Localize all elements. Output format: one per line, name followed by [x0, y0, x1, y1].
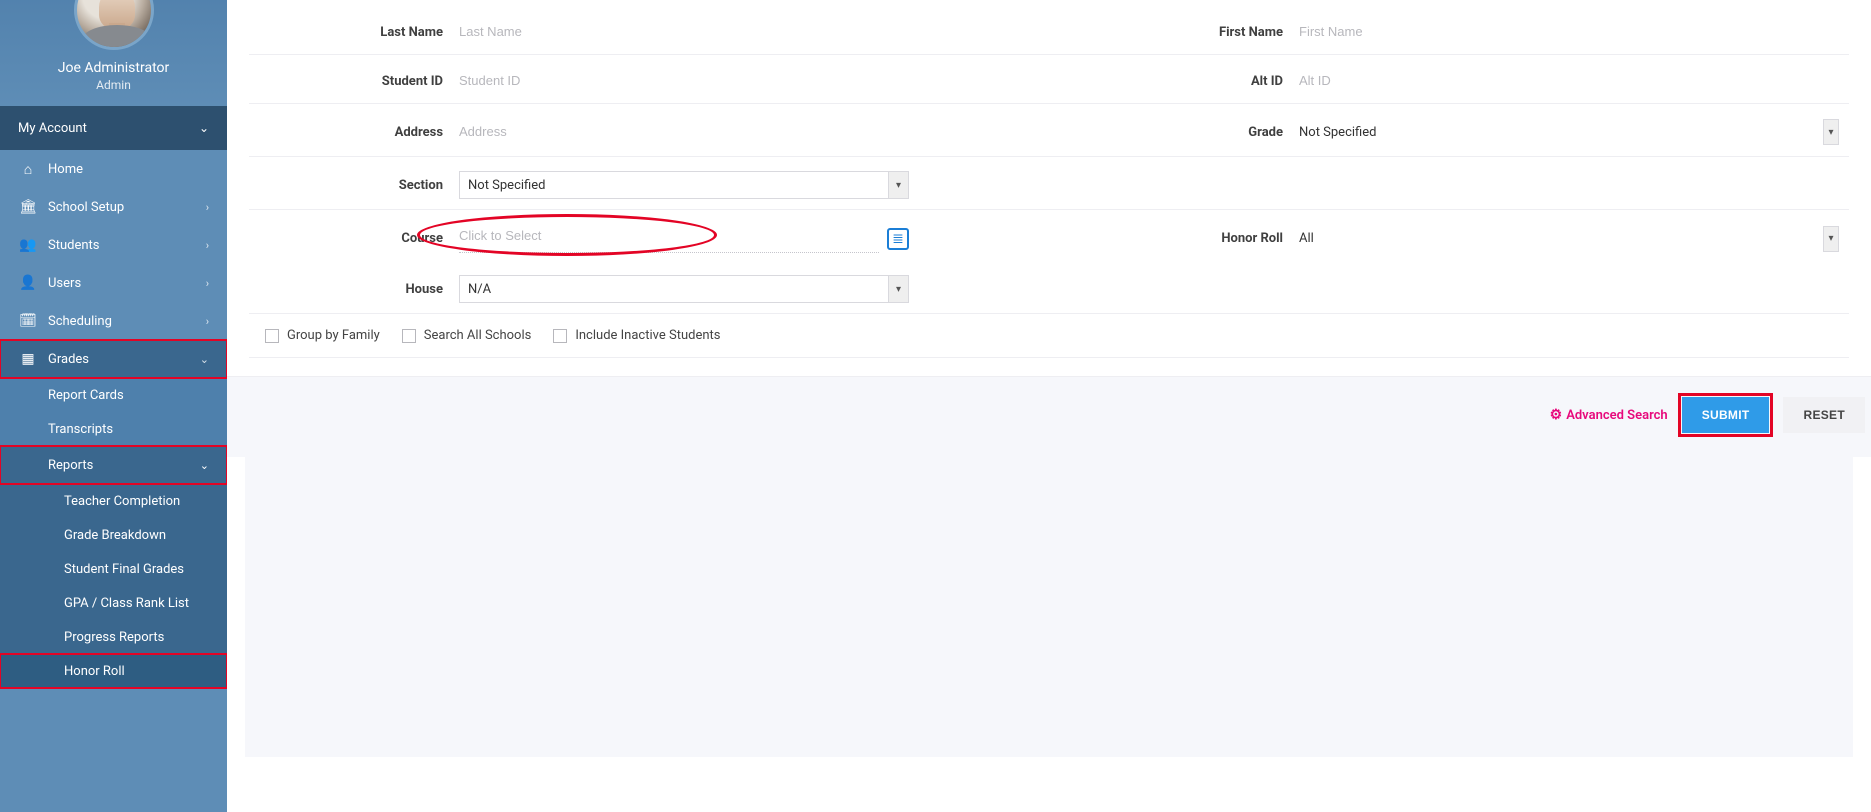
checkbox-icon — [402, 329, 416, 343]
honor-roll-select[interactable]: All ▾ — [1299, 225, 1849, 253]
house-label: House — [249, 282, 459, 297]
chevron-right-icon: › — [206, 277, 209, 290]
profile-name: Joe Administrator — [10, 60, 217, 76]
nav: ⌂ Home 🏛 School Setup › 👥 Students › 👤 U… — [0, 150, 227, 688]
reports-grade-breakdown-label: Grade Breakdown — [64, 528, 166, 543]
nav-users[interactable]: 👤 Users › — [0, 264, 227, 302]
nav-students-label: Students — [48, 238, 100, 253]
nav-grades[interactable]: ▦ Grades ⌄ — [0, 340, 227, 378]
section-select[interactable]: Not Specified ▾ — [459, 171, 909, 199]
course-label: Course — [249, 231, 459, 246]
house-select[interactable]: N/A ▾ — [459, 275, 909, 303]
honor-roll-label: Honor Roll — [949, 231, 1299, 246]
reports-honor-roll[interactable]: Honor Roll — [0, 654, 227, 688]
include-inactive-label: Include Inactive Students — [575, 328, 720, 343]
my-account-menu[interactable]: My Account ⌄ — [0, 106, 227, 150]
chevron-right-icon: › — [206, 201, 209, 214]
section-value: Not Specified — [468, 178, 545, 193]
course-input[interactable] — [459, 224, 879, 248]
course-picker-button[interactable]: ≣ — [887, 228, 909, 250]
sub-transcripts-label: Transcripts — [48, 422, 113, 437]
nav-school-setup-label: School Setup — [48, 200, 124, 215]
nav-home-label: Home — [48, 162, 83, 177]
reports-student-final-grades[interactable]: Student Final Grades — [0, 552, 227, 586]
chevron-down-icon: ⌄ — [200, 459, 209, 472]
user-icon: 👤 — [18, 275, 38, 291]
chevron-down-icon: ▾ — [888, 276, 908, 302]
student-id-input[interactable] — [459, 69, 909, 93]
my-account-label: My Account — [18, 121, 87, 136]
sidebar: Joe Administrator Admin My Account ⌄ ⌂ H… — [0, 0, 227, 812]
address-label: Address — [249, 125, 459, 140]
chevron-down-icon: ▾ — [1823, 226, 1839, 252]
reports-teacher-completion[interactable]: Teacher Completion — [0, 484, 227, 518]
nav-scheduling-label: Scheduling — [48, 314, 112, 329]
nav-home[interactable]: ⌂ Home — [0, 150, 227, 188]
honor-roll-value: All — [1299, 231, 1314, 246]
address-input[interactable] — [459, 120, 909, 144]
student-id-label: Student ID — [249, 74, 459, 89]
search-all-schools-checkbox[interactable]: Search All Schools — [402, 328, 532, 343]
empty-area — [245, 457, 1853, 757]
checkbox-icon — [553, 329, 567, 343]
grade-label: Grade — [949, 125, 1299, 140]
checkbox-icon — [265, 329, 279, 343]
submit-button[interactable]: SUBMIT — [1682, 397, 1770, 433]
main-content: Last Name First Name Student ID Alt ID — [227, 0, 1871, 812]
sub-report-cards[interactable]: Report Cards — [0, 378, 227, 412]
chevron-down-icon: ▾ — [1823, 119, 1839, 145]
reports-student-final-grades-label: Student Final Grades — [64, 562, 184, 577]
nav-users-label: Users — [48, 276, 81, 291]
reports-grade-breakdown[interactable]: Grade Breakdown — [0, 518, 227, 552]
advanced-search-label: Advanced Search — [1566, 408, 1668, 423]
sub-report-cards-label: Report Cards — [48, 388, 124, 403]
nav-students[interactable]: 👥 Students › — [0, 226, 227, 264]
gear-icon: ⚙ — [1550, 407, 1563, 423]
sub-reports[interactable]: Reports ⌄ — [0, 446, 227, 484]
people-icon: 👥 — [18, 237, 38, 253]
calendar-icon: 🗓 — [18, 313, 38, 329]
grade-select[interactable]: Not Specified ▾ — [1299, 118, 1849, 146]
sub-transcripts[interactable]: Transcripts — [0, 412, 227, 446]
chevron-down-icon: ▾ — [888, 172, 908, 198]
nav-grades-label: Grades — [48, 352, 89, 367]
house-value: N/A — [468, 282, 491, 297]
reports-gpa-class-rank[interactable]: GPA / Class Rank List — [0, 586, 227, 620]
first-name-input[interactable] — [1299, 20, 1849, 44]
advanced-search-link[interactable]: ⚙ Advanced Search — [1550, 407, 1668, 423]
home-icon: ⌂ — [18, 161, 38, 178]
first-name-label: First Name — [949, 25, 1299, 40]
building-icon: 🏛 — [18, 199, 38, 215]
reports-teacher-completion-label: Teacher Completion — [64, 494, 180, 509]
list-icon: ≣ — [892, 232, 904, 246]
last-name-label: Last Name — [249, 25, 459, 40]
profile-block: Joe Administrator Admin — [0, 0, 227, 106]
reset-button[interactable]: RESET — [1783, 397, 1865, 433]
alt-id-label: Alt ID — [949, 74, 1299, 89]
reports-progress-reports[interactable]: Progress Reports — [0, 620, 227, 654]
include-inactive-checkbox[interactable]: Include Inactive Students — [553, 328, 720, 343]
chevron-down-icon: ⌄ — [199, 121, 209, 135]
chevron-right-icon: › — [206, 239, 209, 252]
search-all-schools-label: Search All Schools — [424, 328, 532, 343]
alt-id-input[interactable] — [1299, 69, 1849, 93]
last-name-input[interactable] — [459, 20, 909, 44]
search-form: Last Name First Name Student ID Alt ID — [245, 0, 1853, 457]
nav-school-setup[interactable]: 🏛 School Setup › — [0, 188, 227, 226]
reports-honor-roll-label: Honor Roll — [64, 664, 125, 679]
section-label: Section — [249, 178, 459, 193]
grade-value: Not Specified — [1299, 125, 1376, 140]
chart-icon: ▦ — [18, 351, 38, 367]
sub-reports-label: Reports — [48, 458, 93, 473]
reports-progress-reports-label: Progress Reports — [64, 630, 164, 645]
avatar[interactable] — [74, 0, 154, 50]
reports-gpa-class-rank-label: GPA / Class Rank List — [64, 596, 189, 611]
nav-scheduling[interactable]: 🗓 Scheduling › — [0, 302, 227, 340]
group-by-family-label: Group by Family — [287, 328, 380, 343]
profile-role: Admin — [10, 78, 217, 92]
chevron-down-icon: ⌄ — [200, 353, 209, 366]
chevron-right-icon: › — [206, 315, 209, 328]
group-by-family-checkbox[interactable]: Group by Family — [265, 328, 380, 343]
